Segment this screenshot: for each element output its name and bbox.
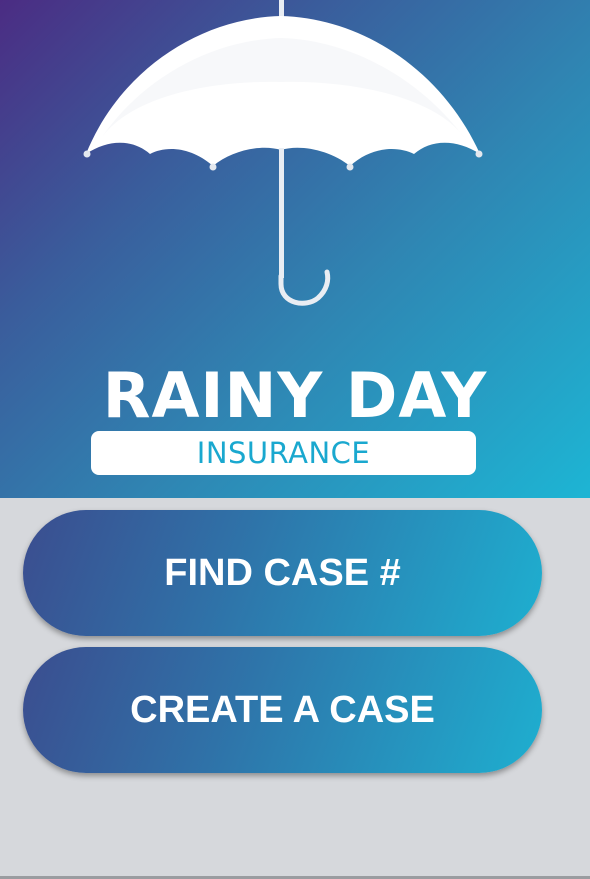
create-case-button[interactable]: CREATE A CASE [23, 647, 542, 773]
find-case-button[interactable]: FIND CASE # [23, 510, 542, 636]
umbrella-icon [83, 0, 483, 306]
app-screen: RAINY DAY INSURANCE FIND CASE # CREATE A… [0, 0, 590, 879]
hero-banner: RAINY DAY INSURANCE [0, 0, 590, 498]
brand-subtitle: INSURANCE [91, 431, 476, 475]
brand-name: RAINY DAY [102, 359, 488, 432]
